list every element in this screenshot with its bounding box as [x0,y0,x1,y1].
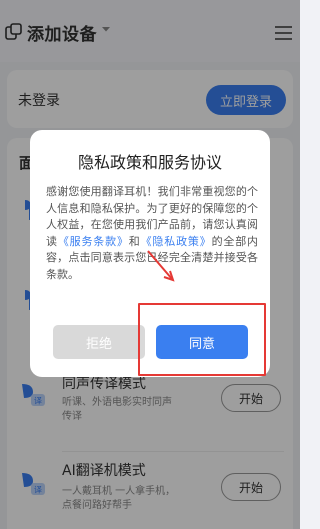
annotation-arrow [147,250,175,282]
dialog-text: 和 [128,234,141,248]
annotation-highlight-box [138,303,266,376]
service-terms-link[interactable]: 《服务条款》 [58,235,129,248]
dialog-title: 隐私政策和服务协议 [77,153,222,172]
decline-button[interactable]: 拒绝 [53,325,145,359]
